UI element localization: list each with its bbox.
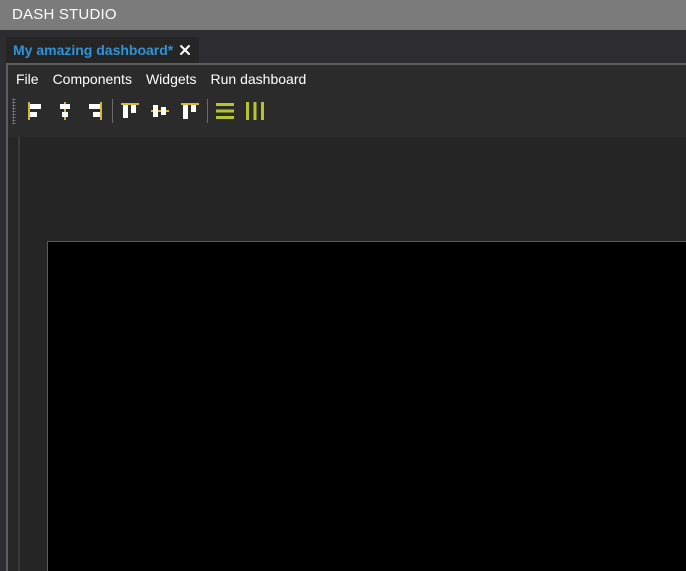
menu-components[interactable]: Components bbox=[46, 65, 139, 93]
align-top-icon bbox=[121, 103, 139, 118]
document-panel: File Components Widgets Run dashboard bbox=[6, 63, 686, 571]
title-bar: DASH STUDIO bbox=[0, 0, 686, 30]
menu-run-dashboard[interactable]: Run dashboard bbox=[204, 65, 314, 93]
toolbar-grip-icon[interactable] bbox=[12, 98, 16, 124]
align-center-horizontal-button[interactable] bbox=[54, 100, 76, 122]
align-middle-vertical-icon bbox=[151, 105, 169, 117]
distribute-vertical-icon bbox=[216, 103, 234, 119]
toolbar-separator bbox=[112, 99, 113, 123]
dashboard-canvas[interactable] bbox=[47, 241, 686, 571]
align-top-button[interactable] bbox=[119, 100, 141, 122]
menu-widgets[interactable]: Widgets bbox=[139, 65, 204, 93]
designer-workspace bbox=[8, 137, 686, 571]
distribute-vertical-button[interactable] bbox=[214, 100, 236, 122]
align-middle-vertical-button[interactable] bbox=[149, 100, 171, 122]
align-right-icon bbox=[89, 102, 102, 120]
align-right-button[interactable] bbox=[84, 100, 106, 122]
toolbar-separator bbox=[207, 99, 208, 123]
align-bottom-button[interactable] bbox=[179, 100, 201, 122]
toolbar bbox=[8, 95, 686, 127]
distribute-horizontal-button[interactable] bbox=[244, 100, 266, 122]
app-title: DASH STUDIO bbox=[12, 6, 117, 23]
align-center-horizontal-icon bbox=[60, 102, 70, 120]
menu-bar: File Components Widgets Run dashboard bbox=[8, 65, 686, 93]
tab-label: My amazing dashboard* bbox=[13, 42, 174, 58]
align-left-icon bbox=[28, 102, 41, 120]
align-bottom-icon bbox=[181, 103, 199, 119]
tab-my-amazing-dashboard[interactable]: My amazing dashboard* bbox=[6, 37, 200, 63]
app-window: My amazing dashboard* File Components Wi… bbox=[0, 30, 686, 571]
menu-file[interactable]: File bbox=[8, 65, 46, 93]
close-icon[interactable] bbox=[179, 44, 191, 56]
align-left-button[interactable] bbox=[24, 100, 46, 122]
distribute-horizontal-icon bbox=[246, 102, 264, 120]
